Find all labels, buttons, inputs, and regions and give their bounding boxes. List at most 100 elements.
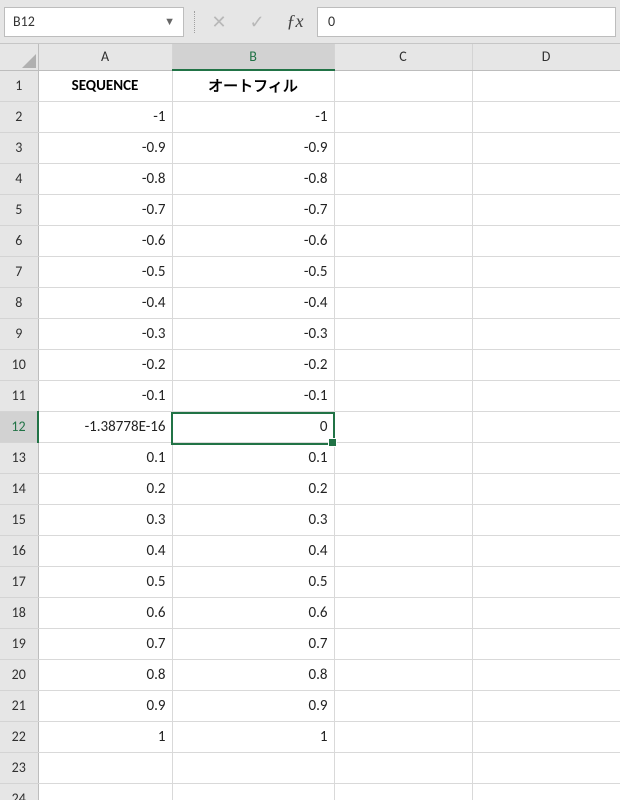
cell-D20[interactable] (472, 659, 620, 690)
cell-A1[interactable]: SEQUENCE (38, 70, 172, 101)
cell-D8[interactable] (472, 287, 620, 318)
row-head[interactable]: 22 (0, 721, 38, 752)
cell-B10[interactable]: -0.2 (172, 349, 334, 380)
cell-B1[interactable]: オートフィル (172, 70, 334, 101)
row-head[interactable]: 6 (0, 225, 38, 256)
cell-C8[interactable] (334, 287, 472, 318)
cell-B3[interactable]: -0.9 (172, 132, 334, 163)
row-head[interactable]: 10 (0, 349, 38, 380)
cell-C23[interactable] (334, 752, 472, 783)
cell-A18[interactable]: 0.6 (38, 597, 172, 628)
cell-D3[interactable] (472, 132, 620, 163)
cell-B17[interactable]: 0.5 (172, 566, 334, 597)
cell-D19[interactable] (472, 628, 620, 659)
row-head[interactable]: 21 (0, 690, 38, 721)
cell-D9[interactable] (472, 318, 620, 349)
row-head[interactable]: 12 (0, 411, 38, 442)
cell-C14[interactable] (334, 473, 472, 504)
cell-A21[interactable]: 0.9 (38, 690, 172, 721)
cell-B11[interactable]: -0.1 (172, 380, 334, 411)
row-head[interactable]: 7 (0, 256, 38, 287)
cell-D11[interactable] (472, 380, 620, 411)
col-head-B[interactable]: B (172, 44, 334, 70)
cancel-icon[interactable]: ✕ (205, 8, 233, 36)
cell-C9[interactable] (334, 318, 472, 349)
row-head[interactable]: 13 (0, 442, 38, 473)
cell-B16[interactable]: 0.4 (172, 535, 334, 566)
cell-A22[interactable]: 1 (38, 721, 172, 752)
cell-C13[interactable] (334, 442, 472, 473)
cell-D6[interactable] (472, 225, 620, 256)
cell-C4[interactable] (334, 163, 472, 194)
cell-A11[interactable]: -0.1 (38, 380, 172, 411)
cell-A19[interactable]: 0.7 (38, 628, 172, 659)
cell-C18[interactable] (334, 597, 472, 628)
formula-input[interactable]: 0 (317, 7, 616, 37)
cell-A2[interactable]: -1 (38, 101, 172, 132)
cell-D15[interactable] (472, 504, 620, 535)
cell-C3[interactable] (334, 132, 472, 163)
cell-C21[interactable] (334, 690, 472, 721)
cell-C16[interactable] (334, 535, 472, 566)
row-head[interactable]: 19 (0, 628, 38, 659)
cell-C5[interactable] (334, 194, 472, 225)
cell-A17[interactable]: 0.5 (38, 566, 172, 597)
cell-C19[interactable] (334, 628, 472, 659)
cell-A16[interactable]: 0.4 (38, 535, 172, 566)
row-head[interactable]: 1 (0, 70, 38, 101)
cell-A15[interactable]: 0.3 (38, 504, 172, 535)
cell-C7[interactable] (334, 256, 472, 287)
cell-A12[interactable]: -1.38778E-16 (38, 411, 172, 442)
cell-B5[interactable]: -0.7 (172, 194, 334, 225)
cell-D13[interactable] (472, 442, 620, 473)
row-head[interactable]: 23 (0, 752, 38, 783)
row-head[interactable]: 14 (0, 473, 38, 504)
cell-B4[interactable]: -0.8 (172, 163, 334, 194)
cell-A9[interactable]: -0.3 (38, 318, 172, 349)
cell-D22[interactable] (472, 721, 620, 752)
row-head[interactable]: 24 (0, 783, 38, 800)
cell-B14[interactable]: 0.2 (172, 473, 334, 504)
cell-B23[interactable] (172, 752, 334, 783)
cell-A3[interactable]: -0.9 (38, 132, 172, 163)
cell-D17[interactable] (472, 566, 620, 597)
cell-D16[interactable] (472, 535, 620, 566)
sheet[interactable]: A B C D 1 SEQUENCE オートフィル 2 -1 -1 (0, 44, 620, 800)
cell-B19[interactable]: 0.7 (172, 628, 334, 659)
row-head[interactable]: 9 (0, 318, 38, 349)
row-head[interactable]: 17 (0, 566, 38, 597)
cell-D2[interactable] (472, 101, 620, 132)
cell-A7[interactable]: -0.5 (38, 256, 172, 287)
cell-D23[interactable] (472, 752, 620, 783)
col-head-D[interactable]: D (472, 44, 620, 70)
cell-B22[interactable]: 1 (172, 721, 334, 752)
name-box[interactable]: B12 ▼ (4, 7, 184, 37)
cell-D24[interactable] (472, 783, 620, 800)
cell-C15[interactable] (334, 504, 472, 535)
cell-A20[interactable]: 0.8 (38, 659, 172, 690)
col-head-C[interactable]: C (334, 44, 472, 70)
cell-A6[interactable]: -0.6 (38, 225, 172, 256)
cell-A13[interactable]: 0.1 (38, 442, 172, 473)
cell-A23[interactable] (38, 752, 172, 783)
enter-icon[interactable]: ✓ (243, 8, 271, 36)
cell-D12[interactable] (472, 411, 620, 442)
select-all-cell[interactable] (0, 44, 38, 70)
row-head[interactable]: 8 (0, 287, 38, 318)
cell-A24[interactable] (38, 783, 172, 800)
cell-D7[interactable] (472, 256, 620, 287)
name-box-dropdown-icon[interactable]: ▼ (164, 15, 175, 28)
cell-B18[interactable]: 0.6 (172, 597, 334, 628)
cell-B8[interactable]: -0.4 (172, 287, 334, 318)
cell-C1[interactable] (334, 70, 472, 101)
cell-A10[interactable]: -0.2 (38, 349, 172, 380)
cell-B13[interactable]: 0.1 (172, 442, 334, 473)
row-head[interactable]: 3 (0, 132, 38, 163)
cell-C6[interactable] (334, 225, 472, 256)
cell-D18[interactable] (472, 597, 620, 628)
cell-B24[interactable] (172, 783, 334, 800)
cell-B20[interactable]: 0.8 (172, 659, 334, 690)
fx-icon[interactable]: ƒx (281, 8, 309, 36)
cell-C2[interactable] (334, 101, 472, 132)
cell-A4[interactable]: -0.8 (38, 163, 172, 194)
